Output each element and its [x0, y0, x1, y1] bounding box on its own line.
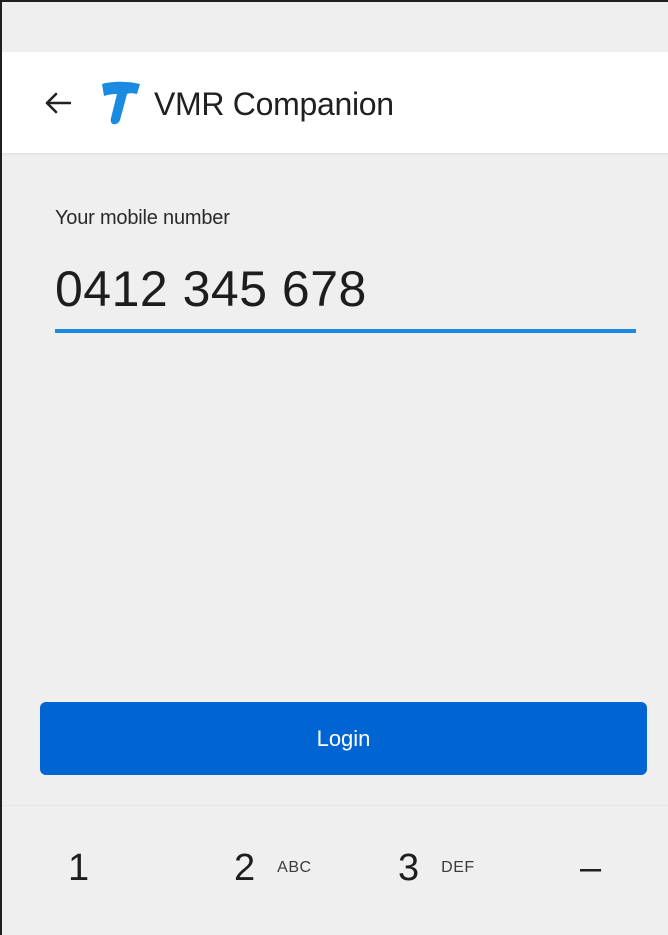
key-3-digit: 3 [398, 846, 420, 889]
key-2-letters: ABC [277, 859, 312, 876]
input-underline [55, 329, 636, 333]
status-bar [2, 2, 668, 52]
key-1-digit: 1 [68, 846, 90, 889]
key-2[interactable]: 2 ABC [234, 840, 312, 896]
arrow-left-icon [45, 92, 71, 114]
phone-screen: VMR Companion Your mobile number Login 1… [0, 0, 668, 935]
key-1[interactable]: 1 [68, 840, 89, 896]
login-button[interactable]: Login [40, 702, 647, 775]
key-3[interactable]: 3 DEF [398, 840, 475, 896]
telstra-logo-icon [98, 80, 142, 128]
key-dash-symbol: – [580, 846, 602, 889]
app-bar: VMR Companion [2, 52, 668, 154]
mobile-number-label: Your mobile number [55, 207, 230, 229]
key-2-digit: 2 [234, 846, 256, 889]
mobile-number-input[interactable] [55, 251, 636, 327]
key-dash[interactable]: – [580, 840, 601, 896]
app-title: VMR Companion [154, 86, 394, 122]
login-form: Your mobile number Login [2, 155, 668, 805]
key-3-letters: DEF [441, 859, 475, 876]
back-button[interactable] [36, 78, 80, 128]
numeric-keyboard: 1 2 ABC 3 DEF – [2, 805, 668, 935]
